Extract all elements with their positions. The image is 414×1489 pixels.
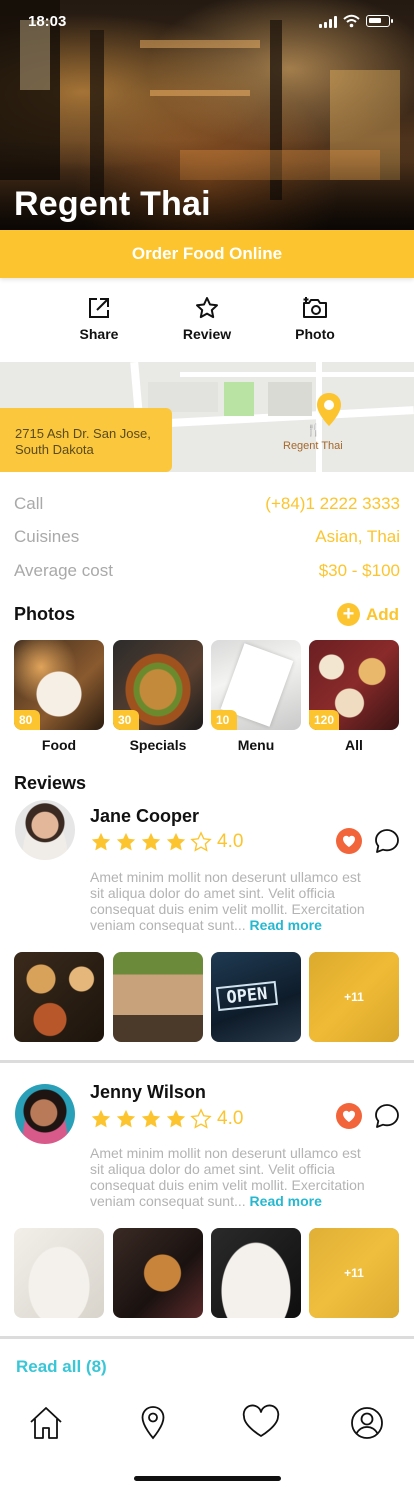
restaurant-name: Regent Thai [14, 185, 211, 223]
review-text: Amet minim mollit non deserunt ullamco e… [90, 869, 374, 933]
reviews-title: Reviews [14, 773, 87, 793]
review-text: Amet minim mollit non deserunt ullamco e… [90, 1145, 374, 1209]
photos-title: Photos [14, 604, 75, 624]
photo-caption-food: Food [41, 737, 77, 753]
profile-icon[interactable] [347, 1403, 387, 1443]
photo-caption-menu: Menu [237, 737, 275, 753]
photo-caption-all: All [345, 737, 363, 753]
bottom-tab-bar [0, 1395, 414, 1455]
photo-count: 120 [309, 710, 340, 730]
comment-icon[interactable] [374, 828, 400, 854]
review-photo[interactable]: OPEN [211, 952, 301, 1042]
reviewer-name[interactable]: Jane Cooper [90, 806, 199, 827]
review-body: Amet minim mollit non deserunt ullamco e… [90, 869, 365, 933]
star-filled-icon [141, 832, 161, 851]
rating-value: 4.0 [217, 831, 244, 852]
action-row: Share Review Photo [0, 284, 414, 356]
share-icon [89, 298, 109, 318]
map-restaurant-label: Regent Thai [283, 440, 343, 452]
read-more-link[interactable]: Read more [250, 1193, 322, 1209]
share-button[interactable]: Share [64, 296, 134, 342]
average-cost-row: Average cost $30 - $100 [14, 561, 400, 585]
comment-icon[interactable] [374, 1103, 400, 1129]
average-cost-key: Average cost [14, 561, 113, 580]
share-label: Share [79, 326, 119, 342]
home-indicator [134, 1476, 281, 1481]
location-pin-icon[interactable] [133, 1403, 173, 1443]
more-photos-tile[interactable]: +11 [309, 1228, 399, 1318]
review-photo[interactable] [14, 952, 104, 1042]
rating-value: 4.0 [217, 1108, 244, 1129]
photo-tile-menu[interactable]: 10 [211, 640, 301, 730]
star-filled-icon [91, 832, 111, 851]
location-map[interactable]: 2715 Ash Dr. San Jose, South Dakota 🍴 Re… [0, 362, 414, 472]
more-photos-count: +11 [309, 1228, 399, 1318]
wifi-icon [343, 14, 360, 28]
average-cost-value: $30 - $100 [318, 561, 400, 580]
divider [0, 1336, 414, 1339]
star-filled-icon [116, 832, 136, 851]
read-more-link[interactable]: Read more [250, 917, 322, 933]
heart-icon [343, 835, 355, 847]
plus-icon: + [336, 603, 360, 626]
star-outline-icon [190, 1108, 212, 1129]
star-filled-icon [166, 1109, 186, 1128]
like-button[interactable] [336, 1103, 362, 1129]
review-body: Amet minim mollit non deserunt ullamco e… [90, 1145, 365, 1209]
star-outline-icon [190, 831, 212, 852]
call-value[interactable]: (+84)1 2222 3333 [265, 494, 400, 514]
avatar[interactable] [15, 1084, 75, 1144]
review-label: Review [182, 326, 232, 342]
divider [0, 1060, 414, 1063]
hero-image: 18:03 Regent Thai [0, 0, 414, 230]
call-row[interactable]: Call (+84)1 2222 3333 [14, 494, 400, 518]
battery-icon [366, 15, 393, 27]
star-filled-icon [91, 1109, 111, 1128]
status-bar: 18:03 [0, 12, 414, 32]
like-button[interactable] [336, 828, 362, 854]
signal-icon [319, 16, 339, 28]
address-label: 2715 Ash Dr. San Jose, South Dakota [0, 408, 172, 472]
cuisines-value: Asian, Thai [315, 527, 400, 546]
review-button[interactable]: Review [172, 296, 242, 342]
review-photo[interactable] [113, 1228, 203, 1318]
photo-label: Photo [295, 326, 335, 342]
photo-count: 10 [211, 710, 237, 730]
star-filled-icon [166, 832, 186, 851]
open-sign: OPEN [215, 980, 279, 1012]
cuisines-row: Cuisines Asian, Thai [14, 527, 400, 551]
add-label: Add [365, 605, 399, 624]
call-key: Call [14, 494, 44, 513]
cuisines-key: Cuisines [14, 527, 80, 546]
heart-icon [343, 1110, 355, 1122]
restaurant-icon: 🍴 [306, 423, 321, 437]
photo-tile-specials[interactable]: 30 [113, 640, 203, 730]
star-filled-icon [141, 1109, 161, 1128]
rating-stars: 4.0 [90, 831, 243, 853]
photo-caption-specials: Specials [129, 737, 187, 753]
add-photo-button[interactable]: + Add [336, 603, 399, 627]
reviewer-name[interactable]: Jenny Wilson [90, 1082, 206, 1103]
review-photo[interactable] [14, 1228, 104, 1318]
more-photos-tile[interactable]: +11 [309, 952, 399, 1042]
photo-button[interactable]: Photo [280, 296, 350, 342]
review-photo[interactable] [113, 952, 203, 1042]
photo-tile-food[interactable]: 80 [14, 640, 104, 730]
camera-icon [303, 297, 327, 318]
avatar[interactable] [15, 800, 75, 860]
star-outline-icon [196, 297, 218, 319]
read-all-reviews-link[interactable]: Read all (8) [16, 1357, 107, 1377]
photo-count: 30 [113, 710, 139, 730]
order-food-online-button[interactable]: Order Food Online [0, 230, 414, 278]
photo-tile-all[interactable]: 120 [309, 640, 399, 730]
more-photos-count: +11 [309, 952, 399, 1042]
status-time: 18:03 [28, 13, 67, 30]
review-photo[interactable] [211, 1228, 301, 1318]
home-icon[interactable] [26, 1403, 66, 1443]
heart-icon[interactable] [241, 1403, 281, 1443]
photo-count: 80 [14, 710, 40, 730]
star-filled-icon [116, 1109, 136, 1128]
rating-stars: 4.0 [90, 1108, 243, 1130]
